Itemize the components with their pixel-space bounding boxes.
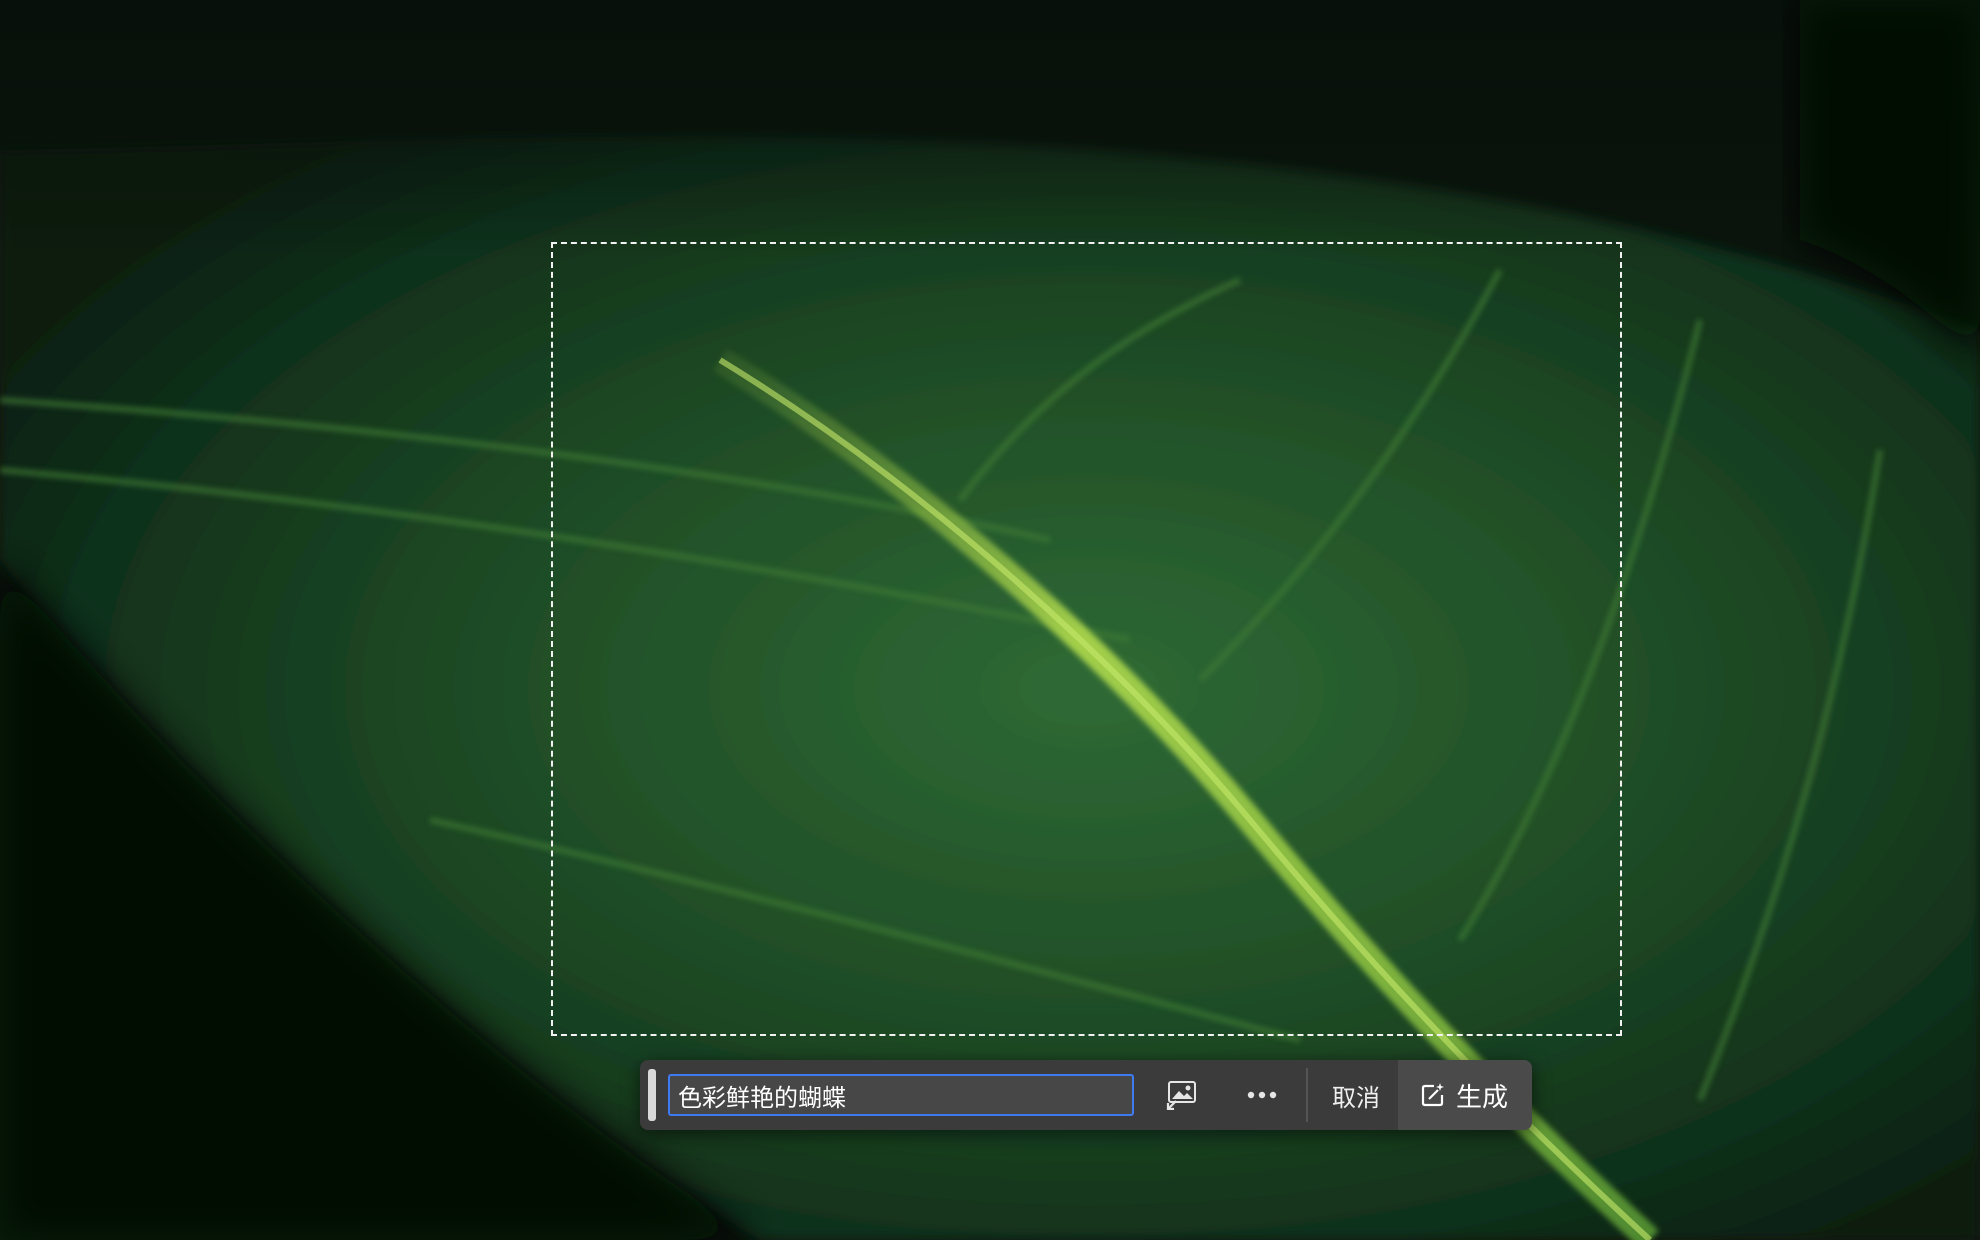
prompt-input[interactable] <box>668 1074 1134 1116</box>
reference-image-button[interactable] <box>1152 1060 1212 1130</box>
generate-button[interactable]: 生成 <box>1398 1060 1532 1130</box>
more-options-button[interactable] <box>1232 1060 1292 1130</box>
taskbar-drag-handle[interactable] <box>648 1069 656 1121</box>
canvas-image[interactable] <box>0 0 1980 1240</box>
reference-image-icon <box>1166 1081 1196 1110</box>
generate-label: 生成 <box>1456 1082 1509 1113</box>
selection-marquee[interactable] <box>551 242 1622 1036</box>
generate-icon <box>1420 1082 1446 1108</box>
cancel-label: 取消 <box>1332 1083 1380 1112</box>
contextual-taskbar[interactable]: 取消 生成 <box>640 1060 1532 1130</box>
cancel-button[interactable]: 取消 <box>1308 1060 1398 1130</box>
more-options-icon <box>1247 1091 1277 1099</box>
